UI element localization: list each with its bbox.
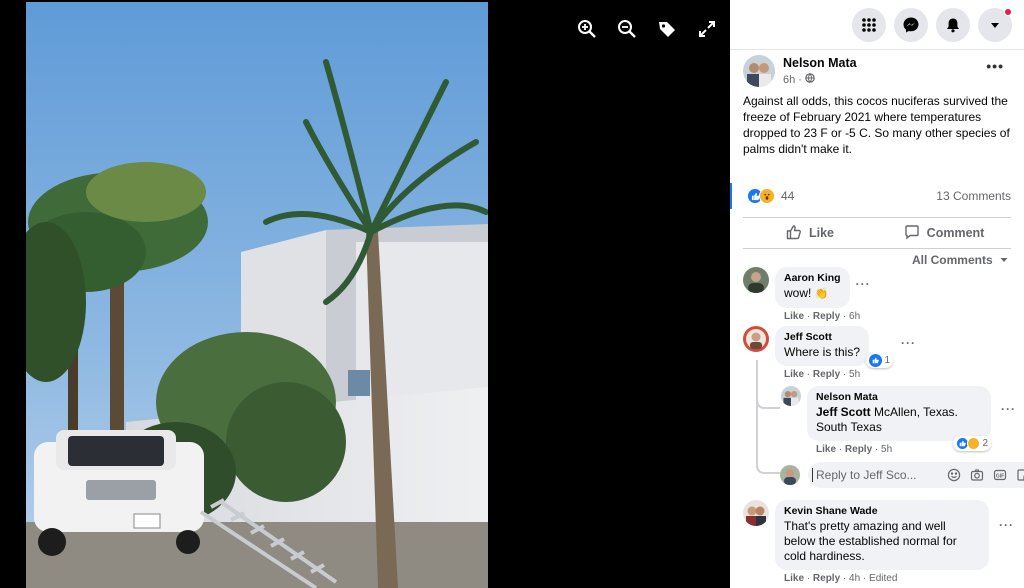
- comment-reaction-badge[interactable]: 1: [866, 353, 894, 368]
- like-label: Like: [808, 226, 834, 240]
- comment-text: That's pretty amazing and well below the…: [784, 519, 957, 563]
- commenter-avatar[interactable]: [743, 267, 769, 293]
- viewer-toolbar: [576, 18, 718, 40]
- post-meta: 6h ·: [783, 73, 857, 86]
- comment-author[interactable]: Aaron King: [784, 272, 841, 284]
- reaction-summary[interactable]: 44 13 Comments: [730, 183, 1024, 209]
- reply-item: Nelson Mata Jeff Scott McAllen, Texas. S…: [781, 386, 1016, 455]
- comment-reply-link[interactable]: Reply: [813, 311, 840, 322]
- notifications-icon[interactable]: [936, 7, 970, 42]
- photo-viewer: [0, 0, 730, 588]
- dot-separator: ·: [798, 73, 802, 86]
- sticker-icon[interactable]: [1016, 468, 1024, 482]
- tag-icon[interactable]: [656, 18, 678, 40]
- comment-icon: [904, 224, 920, 243]
- post-header: Nelson Mata 6h · •••: [730, 50, 1024, 87]
- post-text: Against all odds, this cocos nuciferas s…: [743, 94, 1010, 156]
- messenger-icon[interactable]: [894, 7, 928, 42]
- like-reaction-icon: [869, 354, 883, 367]
- zoom-in-icon[interactable]: [576, 18, 598, 40]
- comment-button[interactable]: Comment: [877, 218, 1011, 248]
- comment-reply-link[interactable]: Reply: [845, 444, 872, 455]
- author-avatar[interactable]: [743, 55, 775, 87]
- comment-time[interactable]: 5h: [849, 369, 860, 380]
- comment-text: Where is this?: [784, 345, 861, 359]
- comment-actions: Like · Reply · 6h: [784, 311, 861, 322]
- comment-author[interactable]: Nelson Mata: [816, 391, 982, 403]
- comment-options-button[interactable]: ···: [999, 518, 1014, 532]
- comment-label: Comment: [926, 226, 985, 240]
- commenter-avatar[interactable]: [743, 500, 769, 526]
- comment-time[interactable]: 6h: [849, 311, 860, 322]
- top-bar: [730, 0, 1024, 50]
- zoom-out-icon[interactable]: [616, 18, 638, 40]
- camera-icon[interactable]: [970, 468, 984, 482]
- reply-composer: GIF: [780, 462, 1024, 488]
- comment-author[interactable]: Kevin Shane Wade: [784, 505, 980, 517]
- comment-sort-dropdown[interactable]: All Comments: [730, 249, 1024, 267]
- commenter-avatar[interactable]: [781, 386, 801, 406]
- comment-reaction-count: 1: [884, 355, 891, 366]
- fullscreen-icon[interactable]: [696, 18, 718, 40]
- comment-reaction-count: 2: [982, 438, 988, 449]
- post-photo[interactable]: [26, 2, 488, 588]
- comment-like-link[interactable]: Like: [816, 444, 836, 455]
- comment-author[interactable]: Jeff Scott: [784, 331, 860, 343]
- comment-text-body: wow!: [784, 286, 815, 300]
- reaction-icons: 44: [747, 188, 794, 204]
- comment-actions: Like · Reply · 4h · Edited: [784, 573, 898, 584]
- comment-like-link[interactable]: Like: [784, 573, 804, 584]
- emoji-icon[interactable]: [947, 468, 961, 482]
- clapping-emoji: 👏: [814, 288, 829, 300]
- comment-options-button[interactable]: ···: [901, 336, 916, 350]
- notification-dot: [1004, 7, 1012, 16]
- comment-options-button[interactable]: ···: [856, 277, 871, 291]
- comment-like-link[interactable]: Like: [784, 311, 804, 322]
- comment-bubble: Kevin Shane Wade That's pretty amazing a…: [775, 500, 989, 570]
- comment-like-link[interactable]: Like: [784, 369, 804, 380]
- comment-options-button[interactable]: ···: [1001, 402, 1016, 416]
- comment-time[interactable]: 5h: [881, 444, 892, 455]
- post-options-button[interactable]: •••: [986, 58, 1004, 74]
- reply-input-wrapper: GIF: [808, 462, 1024, 488]
- reply-input[interactable]: [812, 468, 938, 482]
- comment-reply-link[interactable]: Reply: [813, 369, 840, 380]
- edited-label[interactable]: Edited: [869, 573, 897, 584]
- commenter-avatar[interactable]: [743, 326, 769, 352]
- comment-item: Kevin Shane Wade That's pretty amazing a…: [743, 500, 1014, 584]
- comment-reply-link[interactable]: Reply: [813, 573, 840, 584]
- post-author-name[interactable]: Nelson Mata: [783, 56, 857, 70]
- comment-bubble: Jeff Scott Where is this? 1: [775, 326, 894, 368]
- comment-time[interactable]: 4h: [849, 573, 860, 584]
- comment-count[interactable]: 13 Comments: [936, 189, 1011, 203]
- wow-reaction-icon: [967, 437, 981, 450]
- post-actions: Like Comment: [743, 217, 1011, 249]
- mention-link[interactable]: Jeff Scott: [816, 405, 871, 419]
- comment-reaction-badge[interactable]: 2: [953, 436, 991, 451]
- caret-down-icon: [1000, 253, 1008, 267]
- svg-text:GIF: GIF: [996, 473, 1004, 479]
- post-time[interactable]: 6h: [783, 74, 795, 86]
- gif-icon[interactable]: GIF: [993, 468, 1007, 482]
- comment-bubble: Aaron King wow! 👏: [775, 267, 850, 308]
- comment-text: wow! 👏: [784, 286, 841, 302]
- comment-item: Aaron King wow! 👏 ··· Like · Reply · 6h: [743, 267, 871, 322]
- comment-text: Jeff Scott McAllen, Texas. South Texas: [816, 405, 982, 435]
- like-button[interactable]: Like: [743, 218, 877, 248]
- sort-label: All Comments: [911, 253, 993, 267]
- comment-bubble: Nelson Mata Jeff Scott McAllen, Texas. S…: [807, 386, 991, 451]
- palm-tree-photo: [26, 2, 488, 588]
- comment-actions: Like · Reply · 5h: [784, 369, 861, 380]
- reaction-count: 44: [781, 189, 795, 203]
- current-user-avatar[interactable]: [780, 465, 800, 485]
- menu-grid-icon[interactable]: [852, 7, 886, 42]
- account-dropdown-icon[interactable]: [978, 7, 1012, 42]
- globe-icon[interactable]: [805, 73, 815, 86]
- like-icon: [786, 224, 802, 243]
- wow-reaction-icon: [759, 188, 775, 204]
